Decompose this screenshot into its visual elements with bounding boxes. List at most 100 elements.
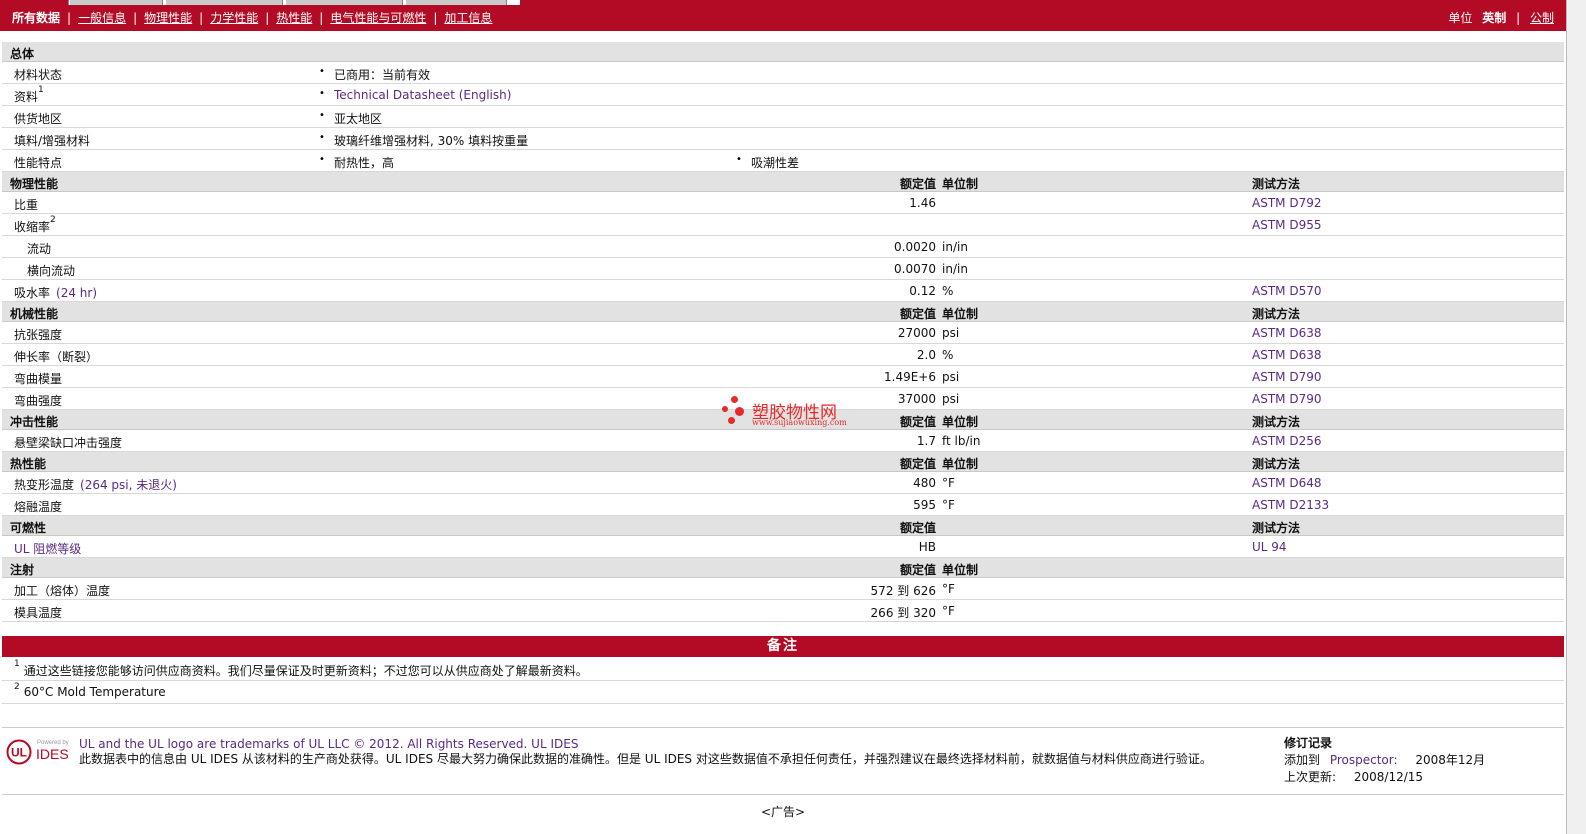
nav-tab-2[interactable]: 物理性能 <box>144 9 192 26</box>
updated-label: 上次更新: <box>1284 770 1337 784</box>
property-label-text: 热变形温度 <box>14 478 75 492</box>
property-row: 悬壁梁缺口冲击强度 1.7 ft lb/in ASTM D256 <box>2 430 1564 452</box>
unit-option-imperial[interactable]: 英制 <box>1482 11 1506 25</box>
unit-option-metric[interactable]: 公制 <box>1530 11 1554 25</box>
nominal-value: 1.49E+6 <box>884 370 936 384</box>
test-method-link[interactable]: ASTM D638 <box>1252 326 1321 340</box>
footnote-number: 1 <box>14 659 20 669</box>
general-row: 填料/增强材料 玻璃纤维增强材料, 30% 填料按重量 <box>2 128 1564 150</box>
property-row: 吸水率 (24 hr) 0.12% ASTM D570 <box>2 280 1564 302</box>
nav-tab-0[interactable]: 所有数据 <box>12 9 60 26</box>
property-value: 吸潮性差 <box>736 154 799 171</box>
nominal-value: 480 <box>913 476 936 490</box>
section-header: 可燃性 额定值 测试方法 <box>2 516 1564 536</box>
unit-value: ft lb/in <box>942 434 981 448</box>
added-label: 添加到 <box>1284 753 1321 767</box>
test-condition: (24 hr) <box>56 286 98 300</box>
property-label-text: 模具温度 <box>14 606 63 620</box>
col-header-unit: 单位制 <box>942 457 979 471</box>
general-row: 资料1 Technical Datasheet (English) <box>2 84 1564 106</box>
nominal-value: 0.0020 <box>894 240 936 254</box>
logo-ides-text: IDES <box>36 746 69 762</box>
property-value: 玻璃纤维增强材料, 30% 填料按重量 <box>319 132 528 149</box>
property-label: 比重 <box>14 196 38 213</box>
test-method-link[interactable]: ASTM D638 <box>1252 348 1321 362</box>
nominal-value: 266 到 320 <box>870 606 936 620</box>
property-label-text: 加工（熔体）温度 <box>14 584 111 598</box>
property-row: 弯曲模量 1.49E+6 psi ASTM D790 <box>2 366 1564 388</box>
nav-tab-3[interactable]: 力学性能 <box>210 9 258 26</box>
footnote-ref[interactable]: 1 <box>38 85 44 95</box>
footnote-number: 2 <box>14 682 20 692</box>
footnote-text: 60°C Mold Temperature <box>23 685 166 699</box>
section-header: 热性能 额定值 单位制 测试方法 <box>2 452 1564 472</box>
property-row: 比重 1.46 ASTM D792 <box>2 192 1564 214</box>
test-method-link[interactable]: ASTM D570 <box>1252 284 1321 298</box>
property-label: 悬壁梁缺口冲击强度 <box>14 434 122 451</box>
property-row: UL 阻燃等级 HB UL 94 <box>2 536 1564 558</box>
footnote-row: 2 60°C Mold Temperature <box>2 681 1564 704</box>
property-label: 熔融温度 <box>14 498 62 515</box>
property-label: 模具温度 <box>14 604 62 621</box>
top-nav-bar: 所有数据 | 一般信息 | 物理性能 | 力学性能 | 热性能 | 电气性能与可燃性 | 加工信息 单位… <box>0 0 1566 31</box>
property-label: UL 阻燃等级 <box>14 540 81 557</box>
footer: UL Powered by IDES UL and the UL logo ar… <box>2 727 1564 795</box>
property-label: 横向流动 <box>27 262 75 279</box>
col-header-unit: 单位制 <box>942 415 979 429</box>
section-title: 热性能 <box>10 457 47 471</box>
ul-ides-logo: UL Powered by IDES <box>6 736 76 768</box>
section-nav: 所有数据 | 一般信息 | 物理性能 | 力学性能 | 热性能 | 电气性能与可燃性 | 加工信息 <box>12 9 493 26</box>
property-label: 热变形温度 (264 psi, 未退火) <box>14 476 177 493</box>
units-label: 单位 <box>1448 11 1473 25</box>
window-scrollbar[interactable] <box>1566 0 1586 834</box>
unit-value: °F <box>942 582 955 596</box>
section-header-general: 总体 <box>2 42 1564 62</box>
ad-placeholder[interactable]: <广告> <box>0 803 1566 820</box>
nominal-value: 0.12 <box>909 284 936 298</box>
property-label-text[interactable]: UL 阻燃等级 <box>14 542 81 556</box>
property-label: 弯曲强度 <box>14 392 62 409</box>
test-method-link[interactable]: UL 94 <box>1252 540 1287 554</box>
unit-switcher: 单位 英制 | 公制 <box>1448 11 1554 25</box>
test-method-link[interactable]: ASTM D790 <box>1252 370 1321 384</box>
property-label: 伸长率（断裂） <box>14 348 98 365</box>
property-label-text: 比重 <box>14 198 39 212</box>
test-method-link[interactable]: ASTM D2133 <box>1252 498 1329 512</box>
prospector-link[interactable]: Prospector: <box>1330 753 1398 767</box>
property-label: 资料1 <box>14 85 44 105</box>
section-title: 总体 <box>10 47 35 61</box>
unit-value: % <box>942 348 954 362</box>
col-header-method: 测试方法 <box>1252 307 1301 321</box>
test-method-link[interactable]: ASTM D792 <box>1252 196 1321 210</box>
col-header-nominal: 额定值 <box>899 457 936 471</box>
nav-tab-6[interactable]: 加工信息 <box>444 9 492 26</box>
nominal-value: 1.7 <box>916 434 936 448</box>
footnote-ref[interactable]: 2 <box>50 215 56 225</box>
general-row: 性能特点 耐热性，高 吸潮性差 <box>2 150 1564 172</box>
general-row: 供货地区 亚太地区 <box>2 106 1564 128</box>
col-header-unit: 单位制 <box>942 177 979 191</box>
nav-tab-4[interactable]: 热性能 <box>276 9 312 26</box>
nominal-value: 2.0 <box>916 348 936 362</box>
datasheet-link[interactable]: Technical Datasheet (English) <box>319 88 511 102</box>
col-header-method: 测试方法 <box>1252 521 1301 535</box>
property-row: 横向流动 0.0070 in/in <box>2 258 1564 280</box>
property-row: 伸长率（断裂） 2.0% ASTM D638 <box>2 344 1564 366</box>
test-method-link[interactable]: ASTM D256 <box>1252 434 1321 448</box>
test-method-link[interactable]: ASTM D790 <box>1252 392 1321 406</box>
test-method-link[interactable]: ASTM D955 <box>1252 218 1321 232</box>
unit-value: °F <box>942 498 955 512</box>
nav-tab-5[interactable]: 电气性能与可燃性 <box>330 9 426 26</box>
property-label: 供货地区 <box>14 110 62 127</box>
test-method-link[interactable]: ASTM D648 <box>1252 476 1321 490</box>
col-header-method: 测试方法 <box>1252 415 1301 429</box>
property-label-text: 弯曲模量 <box>14 372 63 386</box>
disclaimer-text: 此数据表中的信息由 UL IDES 从该材料的生产商处获得。UL IDES 尽最… <box>79 752 1212 766</box>
property-label-text: 填料/增强材料 <box>14 134 91 148</box>
watermark-url: www.sujiaowuxing.com <box>752 418 847 427</box>
nav-tab-1[interactable]: 一般信息 <box>78 9 126 26</box>
property-label: 流动 <box>27 240 51 257</box>
notes-header: 备注 <box>2 636 1564 657</box>
property-value: 已商用：当前有效 <box>319 66 430 83</box>
property-value: 亚太地区 <box>319 110 382 127</box>
